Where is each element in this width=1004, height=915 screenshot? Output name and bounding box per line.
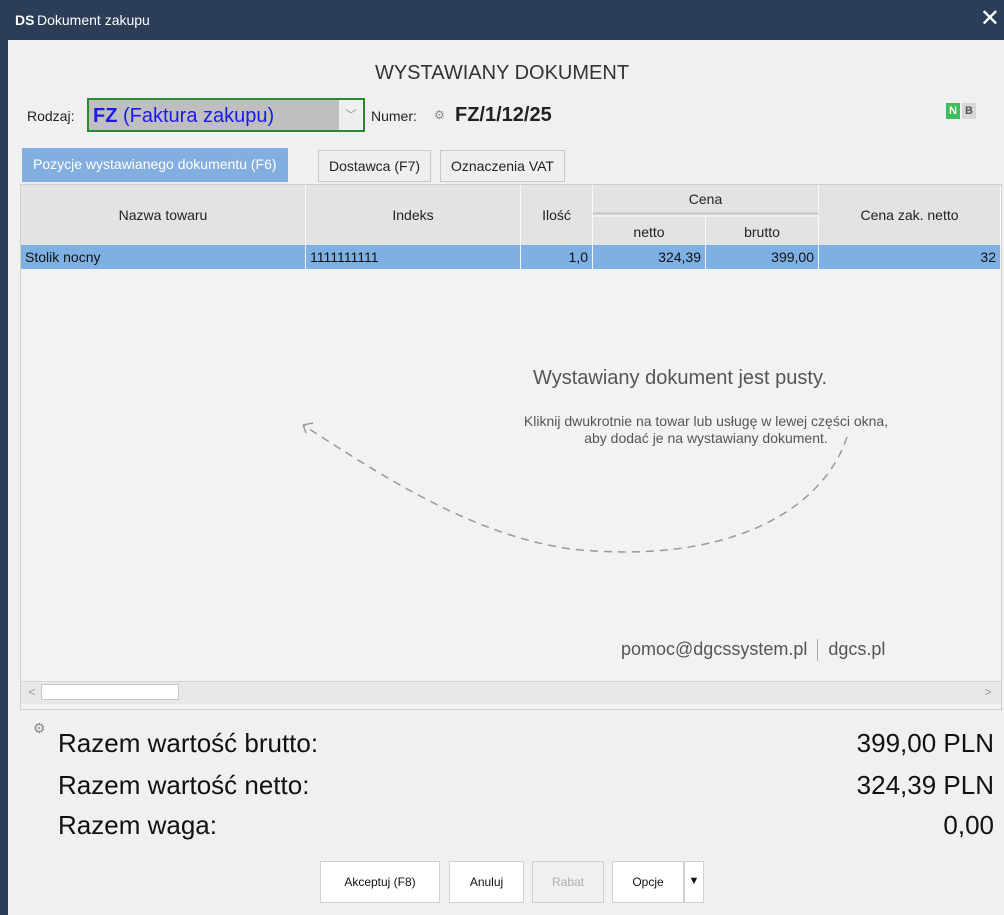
- numer-label: Numer:: [371, 108, 417, 124]
- help-site-link[interactable]: dgcs.pl: [828, 639, 885, 659]
- badge-b[interactable]: B: [962, 103, 976, 119]
- tab-pozycje[interactable]: Pozycje wystawianego dokumentu (F6): [22, 148, 288, 182]
- document-number: FZ/1/12/25: [455, 104, 552, 126]
- help-email-link[interactable]: pomoc@dgcssystem.pl: [621, 639, 807, 659]
- title-bar: DS Dokument zakupu ✕: [0, 0, 1004, 40]
- document-type-select[interactable]: FZ (Faktura zakupu) ﹀: [87, 98, 365, 132]
- help-links: pomoc@dgcssystem.pl dgcs.pl: [621, 639, 885, 662]
- total-waga-label: Razem waga:: [58, 810, 217, 840]
- rodzaj-label: Rodzaj:: [27, 108, 75, 124]
- dashed-arrow-icon: [302, 422, 848, 553]
- items-table: Nazwa towaru Indeks Ilość Cena netto bru…: [20, 184, 1002, 710]
- discount-button[interactable]: Rabat: [532, 861, 604, 903]
- scroll-left-icon[interactable]: <: [23, 684, 41, 700]
- total-netto-label: Razem wartość netto:: [58, 770, 310, 800]
- cancel-button[interactable]: Anuluj: [449, 861, 524, 903]
- total-waga-value: 0,00: [943, 810, 994, 840]
- close-icon[interactable]: ✕: [980, 6, 1000, 32]
- totals-gear-icon[interactable]: ⚙: [33, 720, 46, 737]
- window-title: Dokument zakupu: [37, 12, 150, 28]
- total-brutto-value: 399,00 PLN: [856, 728, 994, 758]
- horizontal-scrollbar[interactable]: < >: [21, 681, 1001, 704]
- scroll-right-icon[interactable]: >: [979, 684, 997, 700]
- help-separator: [817, 639, 819, 662]
- nb-badges: NB: [946, 101, 976, 119]
- accept-button[interactable]: Akceptuj (F8): [320, 861, 440, 903]
- total-brutto-label: Razem wartość brutto:: [58, 728, 319, 758]
- options-dropdown-icon[interactable]: ▼: [684, 861, 704, 903]
- scrollbar-thumb[interactable]: [41, 684, 179, 700]
- page-title: WYSTAWIANY DOKUMENT: [374, 62, 630, 84]
- tab-oznaczenia-vat[interactable]: Oznaczenia VAT: [440, 150, 565, 182]
- document-type-value: FZ (Faktura zakupu): [93, 105, 275, 127]
- chevron-down-icon[interactable]: ﹀: [339, 100, 363, 130]
- badge-n[interactable]: N: [946, 103, 960, 119]
- tab-dostawca[interactable]: Dostawca (F7): [318, 150, 432, 182]
- app-logo: DS: [15, 12, 35, 28]
- options-button[interactable]: Opcje: [612, 861, 684, 903]
- total-netto-value: 324,39 PLN: [856, 770, 994, 800]
- gear-icon[interactable]: ⚙: [434, 108, 445, 122]
